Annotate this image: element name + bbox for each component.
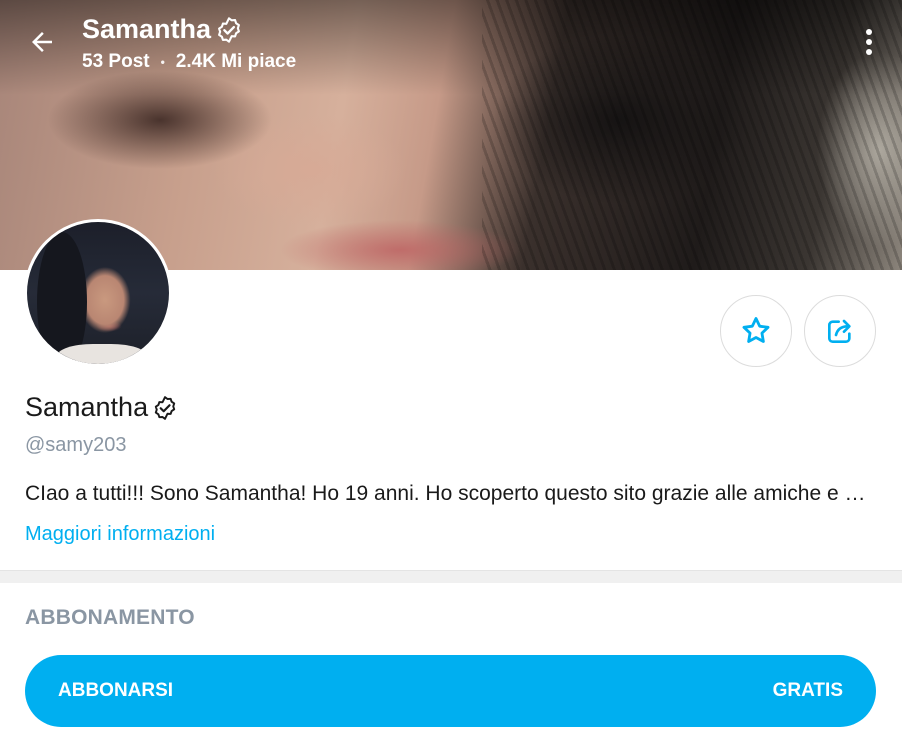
subscription-heading: ABBONAMENTO xyxy=(25,606,195,629)
profile-name-text: Samantha xyxy=(25,392,149,422)
header-title: Samantha xyxy=(82,14,243,45)
back-button[interactable] xyxy=(22,22,62,62)
header-title-text: Samantha xyxy=(82,14,212,44)
subscription-price: GRATIS xyxy=(772,680,843,701)
profile-bio: CIao a tutti!!! Sono Samantha! Ho 19 ann… xyxy=(25,482,875,505)
stats-separator: • xyxy=(160,55,165,69)
more-info-link[interactable]: Maggiori informazioni xyxy=(25,523,215,546)
favorite-button[interactable] xyxy=(720,295,792,367)
subscribe-button-label: ABBONARSI xyxy=(58,680,174,701)
profile-name: Samantha xyxy=(25,392,178,423)
more-options-button[interactable] xyxy=(854,24,884,60)
share-button[interactable] xyxy=(804,295,876,367)
star-icon xyxy=(742,317,770,343)
arrow-left-icon xyxy=(32,32,52,52)
posts-count: 53 Post xyxy=(82,51,150,72)
header-stats: 53 Post • 2.4K Mi piace xyxy=(82,51,296,73)
profile-handle: @samy203 xyxy=(25,434,127,456)
subscribe-button[interactable]: ABBONARSI GRATIS xyxy=(25,655,876,727)
verified-badge-icon xyxy=(154,395,176,420)
avatar[interactable] xyxy=(24,219,172,367)
section-divider xyxy=(0,570,902,583)
verified-badge-icon xyxy=(218,16,241,43)
top-bar: Samantha 53 Post • 2.4K Mi piace xyxy=(0,0,902,90)
more-vertical-icon xyxy=(866,29,872,55)
share-icon xyxy=(828,319,851,343)
likes-count: 2.4K Mi piace xyxy=(175,51,297,72)
